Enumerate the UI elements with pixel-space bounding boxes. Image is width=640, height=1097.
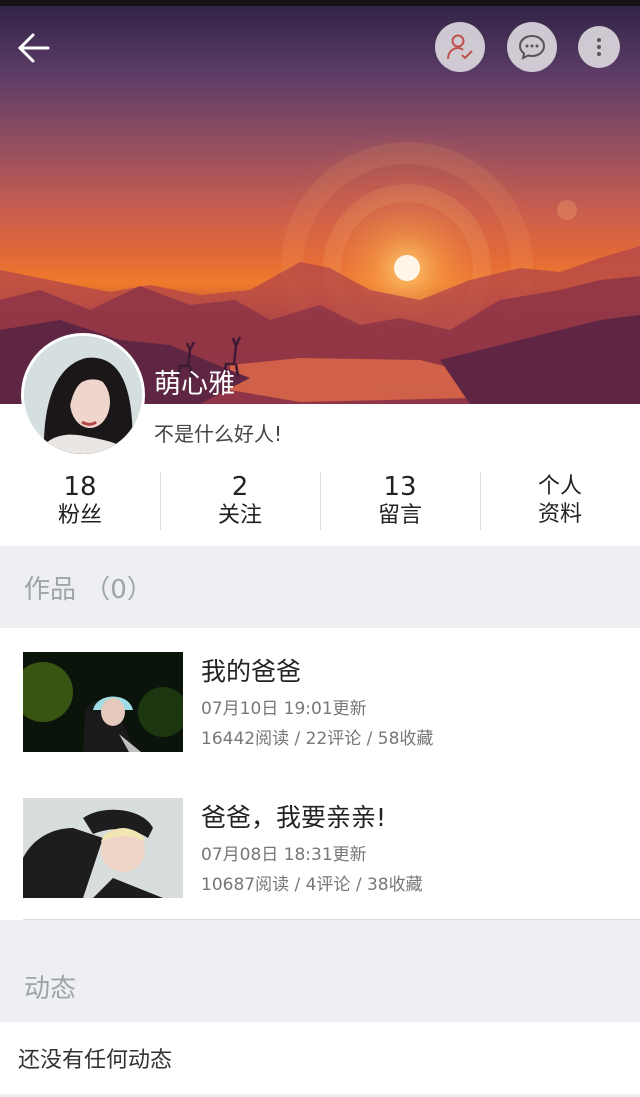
feed-empty-state: 还没有任何动态	[0, 1022, 640, 1094]
stat-label: 粉丝	[57, 503, 102, 528]
more-button[interactable]	[578, 26, 620, 68]
work-thumbnail-image	[23, 652, 183, 752]
back-button[interactable]	[12, 26, 56, 70]
work-thumbnail	[23, 652, 183, 752]
stat-label-line1: 个人	[537, 474, 582, 499]
stat-messages[interactable]: 13 留言	[320, 470, 480, 532]
work-thumbnail-image	[23, 798, 183, 898]
stat-fans[interactable]: 18 粉丝	[0, 470, 160, 532]
user-check-icon	[447, 34, 473, 60]
status-bar	[0, 0, 640, 6]
stat-value: 18	[63, 472, 97, 502]
stats-bar: 18 粉丝 2 关注 13 留言 个人 资料	[0, 470, 640, 532]
works-list: 我的爸爸 07月10日 19:01更新 16442阅读 / 22评论 / 58收…	[0, 628, 640, 920]
work-title: 爸爸，我要亲亲!	[201, 803, 387, 832]
follow-button[interactable]	[435, 22, 485, 72]
bio: 不是什么好人!	[154, 422, 283, 446]
feed-empty-text: 还没有任何动态	[18, 1048, 173, 1073]
username: 萌心雅	[154, 369, 235, 400]
work-stats: 16442阅读 / 22评论 / 58收藏	[201, 729, 434, 749]
chat-bubble-icon	[518, 34, 546, 60]
stat-label: 关注	[217, 503, 262, 528]
work-item[interactable]: 爸爸，我要亲亲! 07月08日 18:31更新 10687阅读 / 4评论 / …	[0, 774, 640, 920]
work-stats: 10687阅读 / 4评论 / 38收藏	[201, 875, 423, 895]
arrow-left-icon	[17, 33, 50, 63]
stat-profile-info[interactable]: 个人 资料	[480, 470, 640, 532]
more-vertical-icon	[597, 38, 601, 56]
feed-header-label: 动态	[24, 973, 77, 1004]
works-header: 作品 （0）	[0, 546, 640, 628]
stat-value: 13	[383, 472, 417, 502]
stat-label-line2: 资料	[537, 502, 582, 527]
stat-value: 2	[231, 472, 249, 502]
message-button[interactable]	[507, 22, 557, 72]
feed-header: 动态	[0, 920, 640, 1022]
avatar[interactable]	[21, 333, 145, 457]
work-updated: 07月08日 18:31更新	[201, 845, 367, 865]
works-header-label: 作品 （0）	[24, 574, 153, 605]
stat-following[interactable]: 2 关注	[160, 470, 320, 532]
work-thumbnail	[23, 798, 183, 898]
work-updated: 07月10日 19:01更新	[201, 699, 367, 719]
work-item[interactable]: 我的爸爸 07月10日 19:01更新 16442阅读 / 22评论 / 58收…	[0, 628, 640, 774]
stat-label: 留言	[377, 503, 422, 528]
work-title: 我的爸爸	[201, 657, 302, 686]
